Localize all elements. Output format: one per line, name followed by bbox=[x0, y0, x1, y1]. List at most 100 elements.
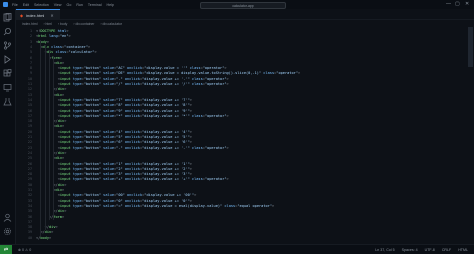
run-debug-icon[interactable] bbox=[3, 55, 12, 64]
status-item[interactable]: HTML bbox=[458, 248, 468, 252]
status-item[interactable]: Ln 37, Col 5 bbox=[375, 248, 394, 252]
code-token: "AC" bbox=[116, 66, 125, 71]
menu-item-file[interactable]: File bbox=[12, 3, 18, 7]
code-line[interactable]: </div> bbox=[53, 87, 66, 92]
code-token: "button" bbox=[83, 129, 101, 134]
code-line[interactable]: </div> bbox=[53, 183, 66, 188]
code-line[interactable]: <div> bbox=[53, 93, 64, 98]
code-line[interactable]: <!DOCTYPE html> bbox=[36, 29, 68, 34]
accounts-icon[interactable] bbox=[3, 213, 12, 222]
menu-item-selection[interactable]: Selection bbox=[34, 3, 49, 7]
code-token: > bbox=[271, 203, 275, 208]
code-token: type bbox=[70, 161, 82, 166]
code-line[interactable]: <input type="button" value="7" onclick="… bbox=[58, 98, 192, 103]
close-tab-icon[interactable]: ✕ bbox=[50, 13, 53, 18]
extensions-icon[interactable] bbox=[3, 69, 12, 78]
status-item[interactable]: CRLF bbox=[442, 248, 451, 252]
menu-item-help[interactable]: Help bbox=[107, 3, 114, 7]
line-number: 5 bbox=[29, 50, 32, 55]
status-item[interactable]: Spaces: 4 bbox=[402, 248, 418, 252]
code-line[interactable]: <div class="calculator"> bbox=[45, 50, 97, 55]
breadcrumb-item[interactable]: index.html bbox=[22, 22, 37, 26]
code-line[interactable]: <input type="button" value="9" onclick="… bbox=[58, 109, 192, 114]
code-line[interactable]: <input type="button" value="00" onclick=… bbox=[58, 193, 197, 198]
code-line[interactable]: <input type="button" value="4" onclick="… bbox=[58, 130, 192, 135]
code-line[interactable]: <form> bbox=[49, 56, 62, 61]
code-token: value bbox=[101, 193, 114, 198]
line-number: 17 bbox=[27, 113, 32, 118]
code-token: "button" bbox=[83, 82, 101, 86]
menu-item-go[interactable]: Go bbox=[67, 3, 72, 7]
code-line[interactable]: <div> bbox=[53, 156, 64, 161]
code-line[interactable]: <input type="button" value="1" onclick="… bbox=[58, 162, 192, 167]
code-line[interactable]: <html lang="en"> bbox=[36, 34, 71, 39]
problems-indicator[interactable]: ⊗ 0 ⚠ 0 bbox=[18, 248, 31, 252]
code-line[interactable]: <input type="button" value="3" onclick="… bbox=[58, 172, 192, 177]
code-line[interactable]: </div> bbox=[45, 225, 58, 230]
line-number: 4 bbox=[29, 44, 32, 49]
code-token: onclick bbox=[122, 203, 140, 208]
minimize-icon[interactable]: — bbox=[446, 1, 451, 7]
code-line[interactable]: <div> bbox=[53, 124, 64, 129]
code-token: input bbox=[59, 71, 71, 76]
code-line[interactable]: <input type="button" value="0" onclick="… bbox=[58, 199, 192, 204]
code-line[interactable]: <input type="button" value="AC" onclick=… bbox=[58, 66, 227, 71]
maximize-icon[interactable]: ▢ bbox=[455, 1, 460, 7]
scrollbar-thumb[interactable] bbox=[468, 27, 473, 67]
command-center-search[interactable]: calculator-app bbox=[200, 2, 286, 9]
code-line[interactable]: <input type="button" value="DE" onclick=… bbox=[58, 71, 300, 76]
breadcrumb-item[interactable]: › div.calculator bbox=[100, 22, 122, 26]
code-line[interactable]: </div> bbox=[53, 151, 66, 156]
breadcrumb-item[interactable]: › div.container bbox=[73, 22, 94, 26]
menu-item-terminal[interactable]: Terminal bbox=[88, 3, 102, 7]
code-token: "button" bbox=[83, 71, 101, 76]
explorer-icon[interactable] bbox=[3, 13, 12, 22]
indent-guide bbox=[49, 50, 51, 220]
code-line[interactable]: </body> bbox=[36, 236, 51, 241]
code-line[interactable]: <input type="button" value="+" onclick="… bbox=[58, 177, 229, 182]
tab-index-html[interactable]: ◆ index.html ✕ bbox=[16, 9, 60, 20]
code-line[interactable]: <input type="button" value="5" onclick="… bbox=[58, 135, 192, 140]
remote-explorer-icon[interactable] bbox=[3, 83, 12, 92]
code-line[interactable]: <input type="button" value="8" onclick="… bbox=[58, 103, 192, 108]
code-line[interactable]: </div> bbox=[53, 209, 66, 214]
code-line[interactable]: <div class="container"> bbox=[40, 45, 90, 50]
indent-guide bbox=[40, 39, 42, 236]
line-number: 38 bbox=[27, 225, 32, 230]
testing-icon[interactable] bbox=[3, 97, 12, 106]
close-window-icon[interactable]: ✕ bbox=[465, 1, 469, 7]
code-line[interactable]: <input type="button" value="." onclick="… bbox=[58, 77, 229, 82]
code-token: value bbox=[101, 172, 114, 177]
source-control-icon[interactable] bbox=[3, 41, 12, 50]
code-line[interactable]: <input type="button" value="/" onclick="… bbox=[58, 82, 229, 87]
code-line[interactable]: <div> bbox=[53, 188, 64, 193]
breadcrumb-item[interactable]: › html bbox=[43, 22, 51, 26]
code-token: "button" bbox=[83, 97, 101, 102]
code-line[interactable]: <body> bbox=[36, 40, 49, 45]
code-line[interactable]: <input type="button" value="*" onclick="… bbox=[58, 114, 229, 119]
search-icon[interactable] bbox=[3, 27, 12, 36]
code-line[interactable]: <input type="button" value="6" onclick="… bbox=[58, 140, 192, 145]
code-line[interactable]: </div> bbox=[40, 230, 53, 235]
code-line[interactable]: </div> bbox=[53, 119, 66, 124]
code-line[interactable]: </form> bbox=[49, 215, 64, 220]
code-token: "display.value = display.value.toString(… bbox=[144, 71, 262, 76]
code-token: "button" bbox=[83, 140, 101, 145]
breadcrumb-item[interactable]: › body bbox=[58, 22, 67, 26]
code-token: onclick bbox=[122, 166, 140, 171]
code-editor[interactable]: 1 2 3 4 5 6 7 8 9 10 11 12 13 14 15 16 17 18 19 20 21 22 23 24 2… bbox=[16, 27, 466, 244]
code-line[interactable]: <input type="button" value="2" onclick="… bbox=[58, 167, 192, 172]
code-token: > bbox=[224, 66, 227, 71]
editor-scrollbar[interactable] bbox=[466, 27, 474, 244]
code-line[interactable]: <div> bbox=[53, 61, 64, 66]
code-line[interactable]: <input type="button" value="=" onclick="… bbox=[58, 204, 274, 209]
settings-icon[interactable] bbox=[3, 227, 12, 236]
code-token: value bbox=[101, 66, 114, 71]
code-line[interactable]: <input type="button" value="-" onclick="… bbox=[58, 146, 229, 151]
menu-item-view[interactable]: View bbox=[54, 3, 62, 7]
status-item[interactable]: UTF-8 bbox=[425, 248, 435, 252]
code-token: type bbox=[70, 166, 82, 171]
menu-item-edit[interactable]: Edit bbox=[23, 3, 29, 7]
menu-item-run[interactable]: Run bbox=[76, 3, 83, 7]
code-area[interactable]: <!DOCTYPE html> <html lang="en"> <body> <di… bbox=[36, 27, 466, 244]
